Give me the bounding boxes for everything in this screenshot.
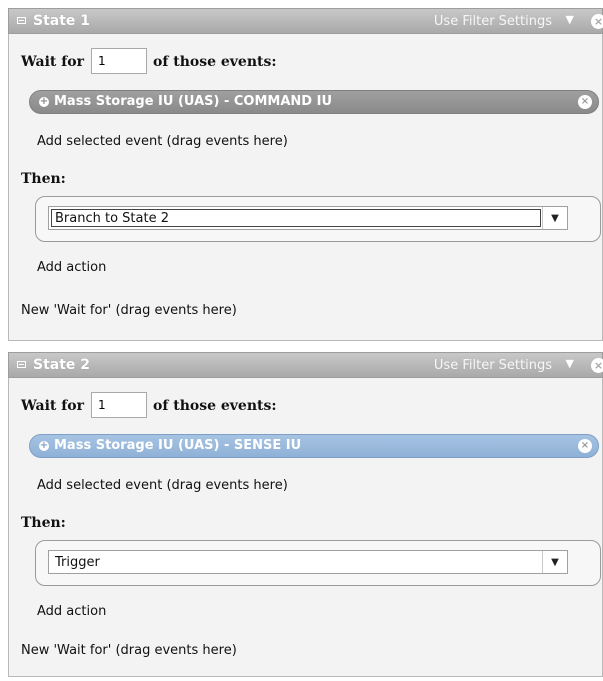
chevron-down-icon[interactable]: ▼: [566, 13, 574, 26]
event-item[interactable]: + Mass Storage IU (UAS) - COMMAND IU ×: [29, 90, 599, 114]
new-wait-for-drop-zone[interactable]: New 'Wait for' (drag events here): [21, 643, 237, 658]
state-panel-2: State 2 Use Filter Settings ▼ × Wait for…: [8, 352, 603, 677]
collapse-icon[interactable]: [17, 361, 26, 368]
wait-for-label: Wait for: [21, 54, 84, 70]
action-value: Trigger: [55, 555, 100, 570]
then-label: Then:: [21, 515, 66, 531]
state-title: State 2: [33, 357, 91, 373]
add-action-link[interactable]: Add action: [37, 604, 106, 619]
wait-for-label: Wait for: [21, 398, 84, 414]
of-those-events-label: of those events:: [153, 54, 277, 70]
use-filter-settings-link[interactable]: Use Filter Settings: [434, 14, 552, 29]
wait-count-input[interactable]: [91, 48, 147, 74]
chevron-down-icon[interactable]: ▼: [542, 551, 567, 573]
state-title: State 1: [33, 13, 91, 29]
event-item-selected[interactable]: + Mass Storage IU (UAS) - SENSE IU ×: [29, 434, 599, 458]
chevron-down-icon[interactable]: ▼: [542, 207, 567, 229]
state-panel-1: State 1 Use Filter Settings ▼ × Wait for…: [8, 8, 603, 341]
add-event-drop-zone[interactable]: Add selected event (drag events here): [37, 478, 288, 493]
plus-icon[interactable]: +: [39, 97, 49, 107]
wait-count-input[interactable]: [91, 392, 147, 418]
remove-icon[interactable]: ×: [578, 95, 592, 109]
chevron-down-icon[interactable]: ▼: [566, 357, 574, 370]
use-filter-settings-link[interactable]: Use Filter Settings: [434, 358, 552, 373]
new-wait-for-drop-zone[interactable]: New 'Wait for' (drag events here): [21, 303, 237, 318]
state-header[interactable]: State 1 Use Filter Settings ▼ ×: [8, 8, 603, 34]
plus-icon[interactable]: +: [39, 441, 49, 451]
state-header[interactable]: State 2 Use Filter Settings ▼ ×: [8, 352, 603, 378]
action-select[interactable]: Branch to State 2 ▼: [48, 206, 568, 230]
event-label: Mass Storage IU (UAS) - COMMAND IU: [54, 94, 332, 109]
collapse-icon[interactable]: [17, 17, 26, 24]
then-label: Then:: [21, 171, 66, 187]
action-select[interactable]: Trigger ▼: [48, 550, 568, 574]
remove-icon[interactable]: ×: [578, 439, 592, 453]
event-label: Mass Storage IU (UAS) - SENSE IU: [54, 438, 302, 453]
action-container: Branch to State 2 ▼: [35, 196, 601, 242]
close-icon[interactable]: ×: [591, 14, 603, 29]
action-container: Trigger ▼: [35, 540, 601, 586]
add-event-drop-zone[interactable]: Add selected event (drag events here): [37, 134, 288, 149]
close-icon[interactable]: ×: [591, 358, 603, 373]
add-action-link[interactable]: Add action: [37, 260, 106, 275]
of-those-events-label: of those events:: [153, 398, 277, 414]
action-value: Branch to State 2: [55, 211, 169, 226]
